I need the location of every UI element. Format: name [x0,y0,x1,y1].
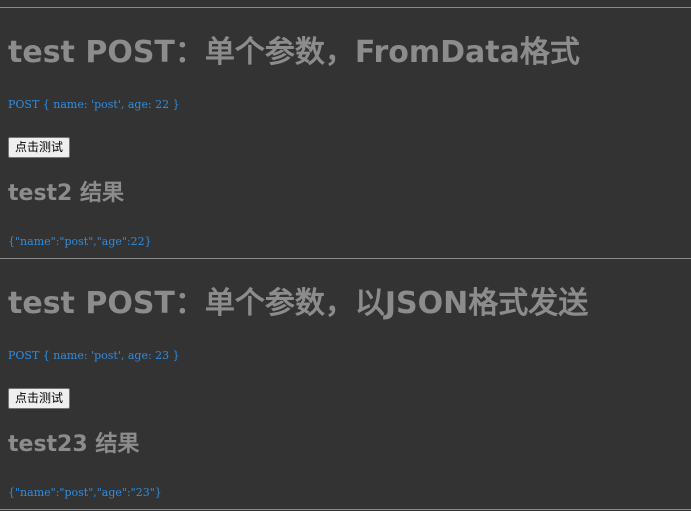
section-divider [0,509,691,510]
section-title: test POST：单个参数，以JSON格式发送 [8,286,589,321]
section-title: test POST：单个参数，FromData格式 [8,35,580,70]
test-button[interactable]: 点击测试 [8,137,71,158]
request-text: POST { name: 'post', age: 23 } [8,349,180,362]
section-divider [0,258,691,259]
result-text: {"name":"post","age":"23"} [8,486,162,499]
test-button[interactable]: 点击测试 [8,388,71,409]
result-heading: test2 结果 [8,181,125,206]
section-divider [0,7,691,8]
request-text: POST { name: 'post', age: 22 } [8,98,180,111]
result-heading: test23 结果 [8,432,140,457]
result-text: {"name":"post","age":22} [8,235,152,248]
